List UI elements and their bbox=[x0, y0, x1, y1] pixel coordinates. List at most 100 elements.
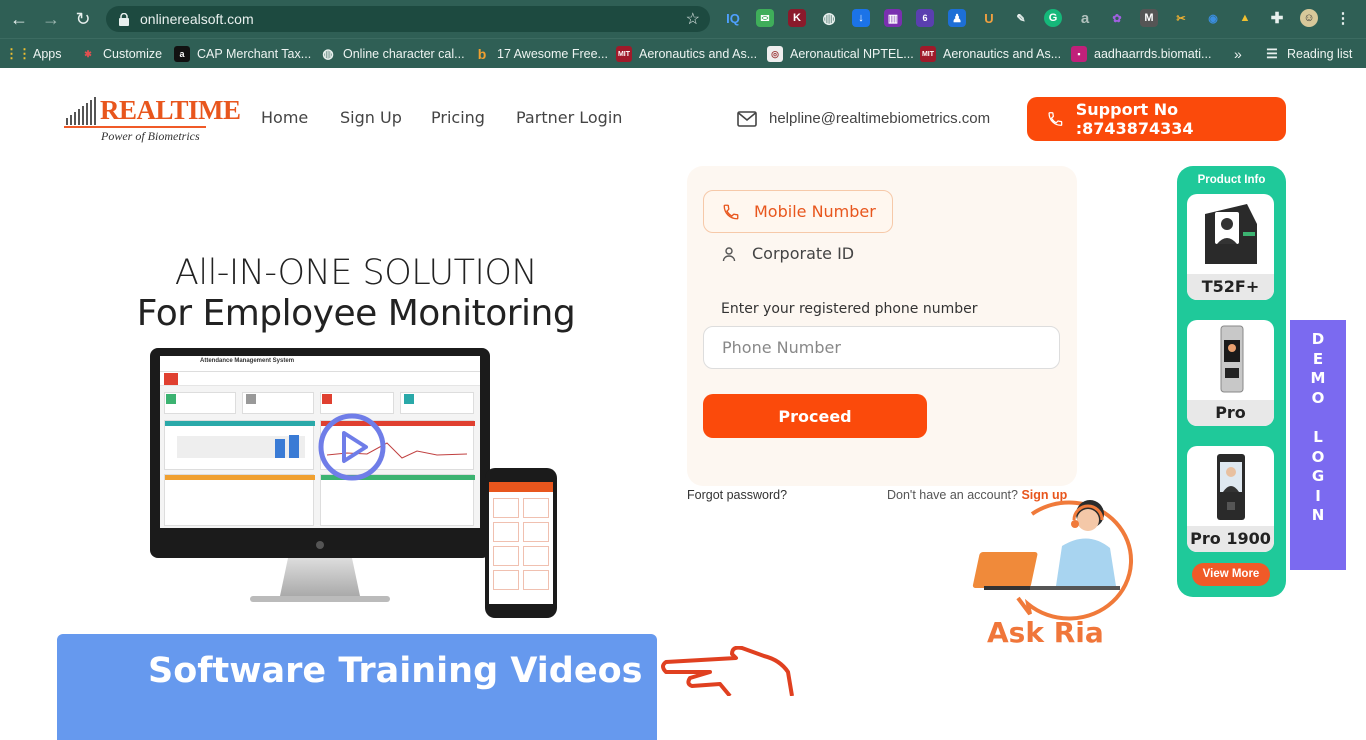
monitor-illustration: Attendance Management System bbox=[150, 348, 490, 558]
grammarly-icon[interactable]: G bbox=[1044, 9, 1062, 27]
ask-ria-label[interactable]: Ask Ria bbox=[987, 616, 1104, 649]
m-extension-icon[interactable]: M bbox=[1140, 9, 1158, 27]
training-videos-banner[interactable]: Software Training Videos bbox=[57, 634, 657, 740]
pen-extension-icon[interactable]: ✎ bbox=[1012, 9, 1030, 27]
bookmark-label: Customize bbox=[103, 47, 163, 61]
product-name: T52F+ bbox=[1187, 274, 1274, 300]
back-arrow-icon[interactable]: ← bbox=[6, 6, 32, 32]
bookmark-aeronautics-2[interactable]: MIT Aeronautics and As... bbox=[920, 44, 1061, 64]
support-number-button[interactable]: Support No :8743874334 bbox=[1027, 97, 1286, 141]
product-name: Pro 1100+ bbox=[1187, 400, 1274, 426]
reading-list[interactable]: ☰ Reading list bbox=[1264, 44, 1352, 64]
biometric-device-icon bbox=[1217, 454, 1245, 520]
user-icon bbox=[722, 246, 736, 261]
phone-number-input[interactable] bbox=[703, 326, 1060, 369]
mail-extension-icon[interactable]: ✉ bbox=[756, 9, 774, 27]
bookmark-aeronautical-nptel[interactable]: ◎ Aeronautical NPTEL... bbox=[767, 44, 914, 64]
demo-letter: D bbox=[1311, 330, 1325, 348]
a-extension-icon[interactable]: a bbox=[1076, 9, 1094, 27]
puzzle-extensions-icon[interactable]: ✚ bbox=[1268, 9, 1286, 27]
tab-mobile-number[interactable]: Mobile Number bbox=[703, 190, 893, 233]
reading-list-label: Reading list bbox=[1287, 47, 1353, 61]
bookmark-online-character[interactable]: ◍ Online character cal... bbox=[320, 44, 465, 64]
bookmark-customize[interactable]: ✱ Customize bbox=[80, 44, 162, 64]
realtime-logo[interactable]: REALTIME Power of Biometrics bbox=[64, 94, 241, 146]
bookmarks-overflow[interactable]: » bbox=[1234, 44, 1242, 64]
product-card-pro1900[interactable]: Pro 1900 bbox=[1187, 446, 1274, 552]
bookmark-label: 17 Awesome Free... bbox=[497, 47, 608, 61]
chart-extension-icon[interactable]: ▥ bbox=[884, 9, 902, 27]
profile-avatar-icon[interactable]: ☺ bbox=[1300, 9, 1318, 27]
customize-icon: ✱ bbox=[84, 48, 92, 59]
globe-extension-icon[interactable]: ◍ bbox=[820, 9, 838, 27]
bookmark-label: Apps bbox=[33, 47, 62, 61]
u-extension-icon[interactable]: U bbox=[980, 9, 998, 27]
iq-extension-icon[interactable]: IQ bbox=[724, 9, 742, 27]
pointing-hand-icon bbox=[661, 646, 794, 696]
product-card-pro1100[interactable]: Pro 1100+ bbox=[1187, 320, 1274, 426]
bug-extension-icon[interactable]: ✿ bbox=[1108, 9, 1126, 27]
tab-corporate-id[interactable]: Corporate ID bbox=[721, 244, 854, 263]
reading-list-icon: ☰ bbox=[1266, 46, 1278, 61]
demo-letter: N bbox=[1311, 506, 1325, 525]
address-bar[interactable]: onlinerealsoft.com ☆ bbox=[106, 6, 710, 32]
b-icon: b bbox=[477, 46, 487, 62]
nav-home[interactable]: Home bbox=[261, 108, 308, 127]
lock-icon bbox=[119, 12, 129, 26]
bell-extension-icon[interactable]: ▲ bbox=[1236, 9, 1254, 27]
bookmarks-bar: ⋮⋮ Apps ✱ Customize a CAP Merchant Tax..… bbox=[0, 38, 1366, 68]
download-extension-icon[interactable]: ↓ bbox=[852, 9, 870, 27]
bookmark-17-awesome[interactable]: b 17 Awesome Free... bbox=[474, 44, 608, 64]
bookmark-cap-merchant[interactable]: a CAP Merchant Tax... bbox=[174, 44, 311, 64]
nav-pricing[interactable]: Pricing bbox=[431, 108, 485, 127]
demo-letter: E bbox=[1312, 349, 1324, 368]
product-info-panel: Product Info T52F+ Pro 1100+ Pro 1900 Vi… bbox=[1177, 166, 1286, 597]
view-more-button[interactable]: View More bbox=[1192, 563, 1270, 586]
reload-icon[interactable]: ↻ bbox=[70, 6, 96, 32]
hero-banner: All-IN-ONE SOLUTION For Employee Monitor… bbox=[120, 168, 592, 628]
forward-arrow-icon[interactable]: → bbox=[38, 6, 64, 32]
menu-dots-icon[interactable]: ⋮ bbox=[1334, 9, 1352, 27]
nptel-icon: ◎ bbox=[767, 46, 783, 62]
vpn-extension-icon[interactable]: ◉ bbox=[1204, 9, 1222, 27]
play-video-icon[interactable] bbox=[317, 412, 387, 482]
bookmark-label: Aeronautical NPTEL... bbox=[790, 47, 914, 61]
forgot-password-link[interactable]: Forgot password? bbox=[687, 488, 787, 502]
demo-login-tab[interactable]: D E M O L O G I N bbox=[1290, 320, 1346, 570]
mail-icon bbox=[737, 110, 757, 127]
bookmark-label: Aeronautics and As... bbox=[943, 47, 1062, 61]
tab-corporate-label: Corporate ID bbox=[752, 244, 855, 263]
k-extension-icon[interactable]: K bbox=[788, 9, 806, 27]
bookmark-aeronautics-1[interactable]: MIT Aeronautics and As... bbox=[616, 44, 757, 64]
badge-extension-icon[interactable]: 6 bbox=[916, 9, 934, 27]
logo-tagline: Power of Biometrics bbox=[101, 129, 200, 143]
aadhaar-icon: ▪ bbox=[1071, 46, 1087, 62]
phone-icon bbox=[1048, 112, 1063, 126]
apps-grid-icon: ⋮⋮ bbox=[5, 46, 31, 61]
monitor-stand bbox=[280, 558, 360, 596]
amazon-icon: a bbox=[174, 46, 190, 62]
bookmark-label: CAP Merchant Tax... bbox=[197, 47, 312, 61]
bookmark-apps[interactable]: ⋮⋮ Apps bbox=[5, 44, 62, 64]
support-agent-icon bbox=[972, 500, 1134, 621]
product-info-title: Product Info bbox=[1197, 174, 1266, 186]
screen-title: Attendance Management System bbox=[200, 358, 295, 364]
phone-field-label: Enter your registered phone number bbox=[721, 301, 978, 317]
nav-sign-up[interactable]: Sign Up bbox=[340, 108, 402, 127]
nav-partner-login[interactable]: Partner Login bbox=[516, 108, 622, 127]
biometric-device-icon bbox=[1205, 204, 1257, 264]
browser-toolbar: ← → ↻ onlinerealsoft.com ☆ IQ ✉ K ◍ ↓ ▥ … bbox=[0, 0, 1366, 38]
demo-letter: O bbox=[1311, 388, 1325, 407]
product-name: Pro 1900 bbox=[1187, 526, 1274, 552]
product-card-t52f[interactable]: T52F+ bbox=[1187, 194, 1274, 300]
bookmark-label: Online character cal... bbox=[343, 47, 465, 61]
coupon-extension-icon[interactable]: ✂ bbox=[1172, 9, 1190, 27]
bookmark-aadhaarrds[interactable]: ▪ aadhaarrds.biomati... bbox=[1071, 44, 1211, 64]
phone-icon bbox=[723, 204, 739, 219]
globe-icon: ◍ bbox=[322, 46, 334, 61]
proceed-button[interactable]: Proceed bbox=[703, 394, 927, 438]
helpline-email[interactable]: helpline@realtimebiometrics.com bbox=[737, 110, 990, 127]
hero-headline: All-IN-ONE SOLUTION bbox=[174, 253, 538, 293]
bookmark-star-icon[interactable]: ☆ bbox=[686, 9, 700, 29]
person-extension-icon[interactable]: ♟ bbox=[948, 9, 966, 27]
